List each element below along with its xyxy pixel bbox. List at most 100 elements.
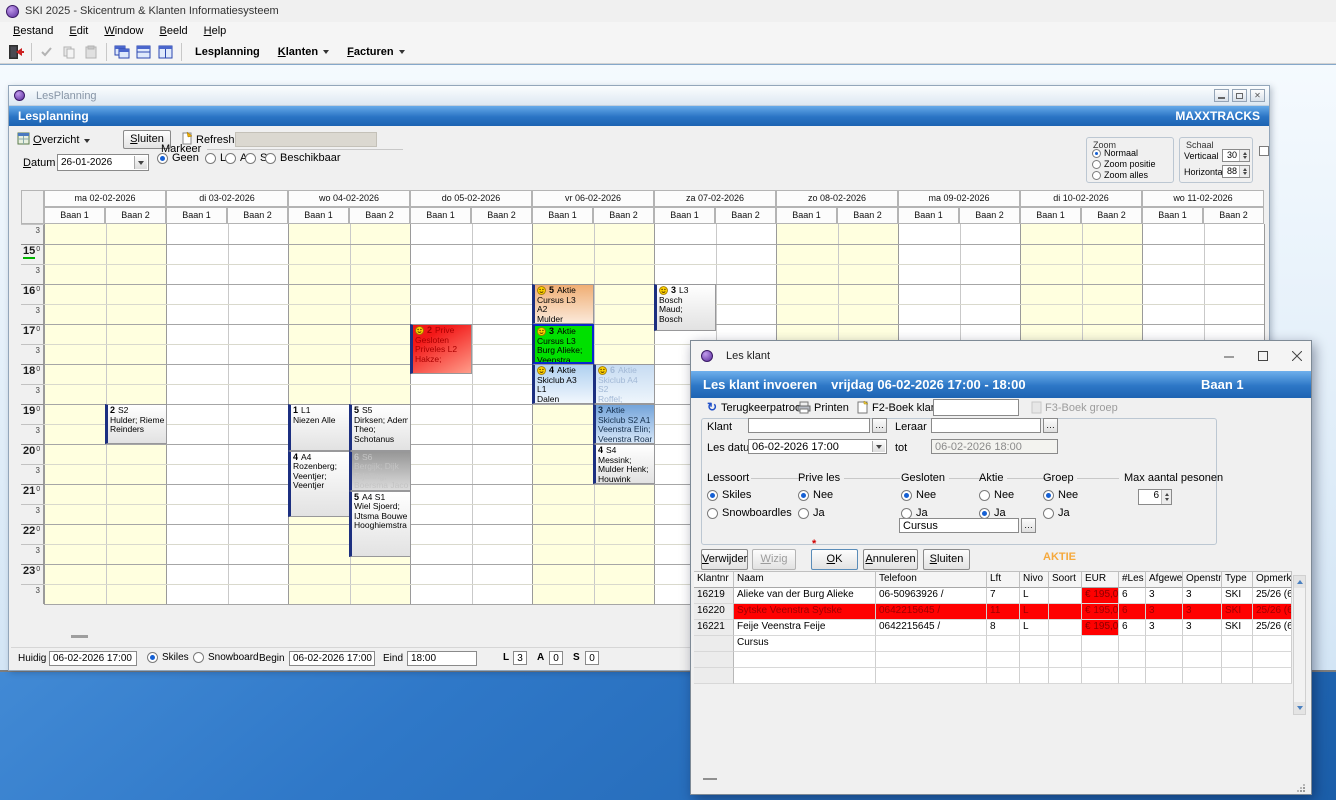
table-row[interactable]: 16220Sytske Veenstra Sytske0642215645 /1… <box>694 604 1292 620</box>
lesdatum-combobox[interactable]: 06-02-2026 17:00 <box>748 439 887 454</box>
day-header: vr 06-02-2026 <box>532 190 654 207</box>
dialog-close-button[interactable] <box>1281 341 1313 371</box>
calendar-event[interactable]: 4S4Messink;Mulder Henk;Houwink <box>593 444 655 484</box>
cursus-browse-button[interactable]: … <box>1021 518 1036 533</box>
menu-help[interactable]: Help <box>197 24 234 38</box>
calendar-event[interactable]: 4A4Rozenberg;Veentjer;Veentjer <box>288 451 350 518</box>
exit-icon[interactable] <box>5 42 27 62</box>
calendar-event[interactable]: 4AktieSkiclub A3L1Dalen <box>532 364 594 404</box>
scroll-down-icon[interactable] <box>1294 702 1305 714</box>
leraar-browse-button[interactable]: … <box>1043 418 1058 433</box>
column-header-klantnr[interactable]: Klantnr <box>694 571 734 588</box>
day-column[interactable] <box>166 224 288 604</box>
check-icon[interactable] <box>36 42 58 62</box>
calendar-event[interactable]: 3AktieCursus L3Burg Alieke;Veenstra <box>532 324 594 364</box>
resize-grip[interactable] <box>1297 784 1305 792</box>
menu-bestand[interactable]: Bestand <box>6 24 60 38</box>
tile-vertical-icon[interactable] <box>155 42 177 62</box>
dialog-header: Les klant invoeren vrijdag 06-02-2026 17… <box>691 371 1311 398</box>
eind-field[interactable]: 18:00 <box>407 651 477 666</box>
calendar-event[interactable]: 2S2Hulder; RiemenReinders <box>105 404 167 444</box>
cascade-windows-icon[interactable] <box>111 42 133 62</box>
ok-button[interactable]: OK <box>811 549 858 570</box>
menu-beeld[interactable]: Beeld <box>152 24 194 38</box>
radio-groep-ja[interactable]: Ja <box>1043 507 1070 519</box>
radio-prive-les-nee[interactable]: Nee <box>798 489 833 501</box>
column-header-opmerking[interactable]: Opmerking <box>1253 571 1292 588</box>
table-row[interactable]: 16221Feije Veenstra Feije0642215645 /8L€… <box>694 620 1292 636</box>
radio-prive-les-ja[interactable]: Ja <box>798 507 825 519</box>
calendar-event[interactable]: 5A4 S1Wiel Sjoerd;IJtsma Bouwe;Hooghiems… <box>349 491 411 558</box>
column-header-soort[interactable]: Soort <box>1049 571 1082 588</box>
calendar-event[interactable]: 3AktieSkiclub S2 A1Veenstra Elin;Veenstr… <box>593 404 655 444</box>
radio-gesloten-nee[interactable]: Nee <box>901 489 936 501</box>
table-scrollbar[interactable] <box>1293 575 1306 715</box>
begin-field[interactable]: 06-02-2026 17:00 <box>289 651 375 666</box>
calendar-event[interactable]: 1L1Niezen Alle <box>288 404 350 451</box>
column-header-afgewerkt[interactable]: Afgewerkt <box>1146 571 1183 588</box>
klant-browse-button[interactable]: … <box>872 418 887 433</box>
time-label: 3 <box>21 584 44 604</box>
cursus-combobox[interactable]: Cursus <box>899 518 1019 533</box>
column-header-type[interactable]: Type <box>1222 571 1253 588</box>
table-row[interactable]: 16219Alieke van der Burg Alieke06-509639… <box>694 588 1292 604</box>
l-count-label: L <box>503 652 509 663</box>
max-aantal-spinner[interactable]: 6 <box>1138 489 1172 505</box>
verwijder-button[interactable]: Verwijder <box>701 549 748 570</box>
radio-markeer-s[interactable]: S <box>245 152 267 164</box>
toolbar-lesplanning-button[interactable]: Lesplanning <box>186 44 269 60</box>
column-header-naam[interactable]: Naam <box>734 571 876 588</box>
table-cell: 6 <box>1119 604 1146 620</box>
column-header-openstnd[interactable]: Openstnd. <box>1183 571 1222 588</box>
klant-input[interactable] <box>748 418 870 433</box>
menu-window[interactable]: Window <box>97 24 150 38</box>
leraar-input[interactable] <box>931 418 1041 433</box>
calendar-event[interactable]: 6AktieSkiclub A4S2Roffel; <box>593 364 655 404</box>
splitter-handle[interactable] <box>71 635 88 638</box>
dialog-maximize-button[interactable] <box>1247 341 1279 371</box>
calendar-event[interactable]: 6S6Bergijk; DijkTsjalling;Boersma Jacob <box>349 451 411 491</box>
table-row[interactable] <box>694 668 1292 684</box>
sluiten-dialog-button[interactable]: Sluiten <box>923 549 970 570</box>
copy-icon[interactable] <box>58 42 80 62</box>
day-column[interactable] <box>410 224 532 604</box>
scroll-up-icon[interactable] <box>1294 576 1305 588</box>
calendar-event[interactable]: 5AktieCursus L3A2Mulder <box>532 284 594 324</box>
toolbar-facturen-button[interactable]: Facturen <box>338 44 413 60</box>
calendar-event[interactable]: 5S5Dirksen; AdemaTheo;Schotanus <box>349 404 411 451</box>
radio-lessoort-snowboardles[interactable]: Snowboardles <box>707 507 792 519</box>
terugkeerpatroon-button[interactable]: Terugkeerpatroon <box>721 402 807 414</box>
column-header-nivo[interactable]: Nivo <box>1020 571 1049 588</box>
table-cell <box>1222 636 1253 652</box>
column-header-eur[interactable]: EUR <box>1082 571 1119 588</box>
printen-button[interactable]: Printen <box>814 402 849 414</box>
f2-boek-klant-button[interactable]: F2-Boek klant <box>872 402 940 414</box>
calendar-event[interactable]: 3L3BoschMaud;Bosch <box>654 284 716 331</box>
radio-snowboard-status[interactable]: Snowboard <box>193 652 259 663</box>
annuleren-button[interactable]: Annuleren <box>863 549 918 570</box>
radio-skiles-status[interactable]: Skiles <box>147 652 189 663</box>
radio-markeer-geen[interactable]: Geen <box>157 152 199 164</box>
chevron-down-icon[interactable] <box>872 441 885 452</box>
zoek-input[interactable] <box>933 399 1019 416</box>
huidig-field[interactable]: 06-02-2026 17:00 <box>49 651 137 666</box>
toolbar-klanten-button[interactable]: Klanten <box>269 44 338 60</box>
table-row[interactable]: Cursus <box>694 636 1292 652</box>
radio-aktie-nee[interactable]: Nee <box>979 489 1014 501</box>
radio-markeer-beschikbaar[interactable]: Beschikbaar <box>265 152 341 164</box>
calendar-event[interactable]: 2PriveGeslotenPriveles L2Hakze; <box>410 324 472 374</box>
column-header-les[interactable]: #Les <box>1119 571 1146 588</box>
column-header-lft[interactable]: Lft <box>987 571 1020 588</box>
table-cell <box>694 652 734 668</box>
menu-edit[interactable]: Edit <box>62 24 95 38</box>
radio-groep-nee[interactable]: Nee <box>1043 489 1078 501</box>
dialog-minimize-button[interactable] <box>1213 341 1245 371</box>
table-row[interactable] <box>694 652 1292 668</box>
radio-lessoort-skiles[interactable]: Skiles <box>707 489 751 501</box>
paste-icon[interactable] <box>80 42 102 62</box>
tile-horizontal-icon[interactable] <box>133 42 155 62</box>
table-cell <box>876 668 987 684</box>
column-header-telefoon[interactable]: Telefoon <box>876 571 987 588</box>
radio-markeer-a[interactable]: A <box>225 152 247 164</box>
radio-markeer-l[interactable]: L <box>205 152 226 164</box>
